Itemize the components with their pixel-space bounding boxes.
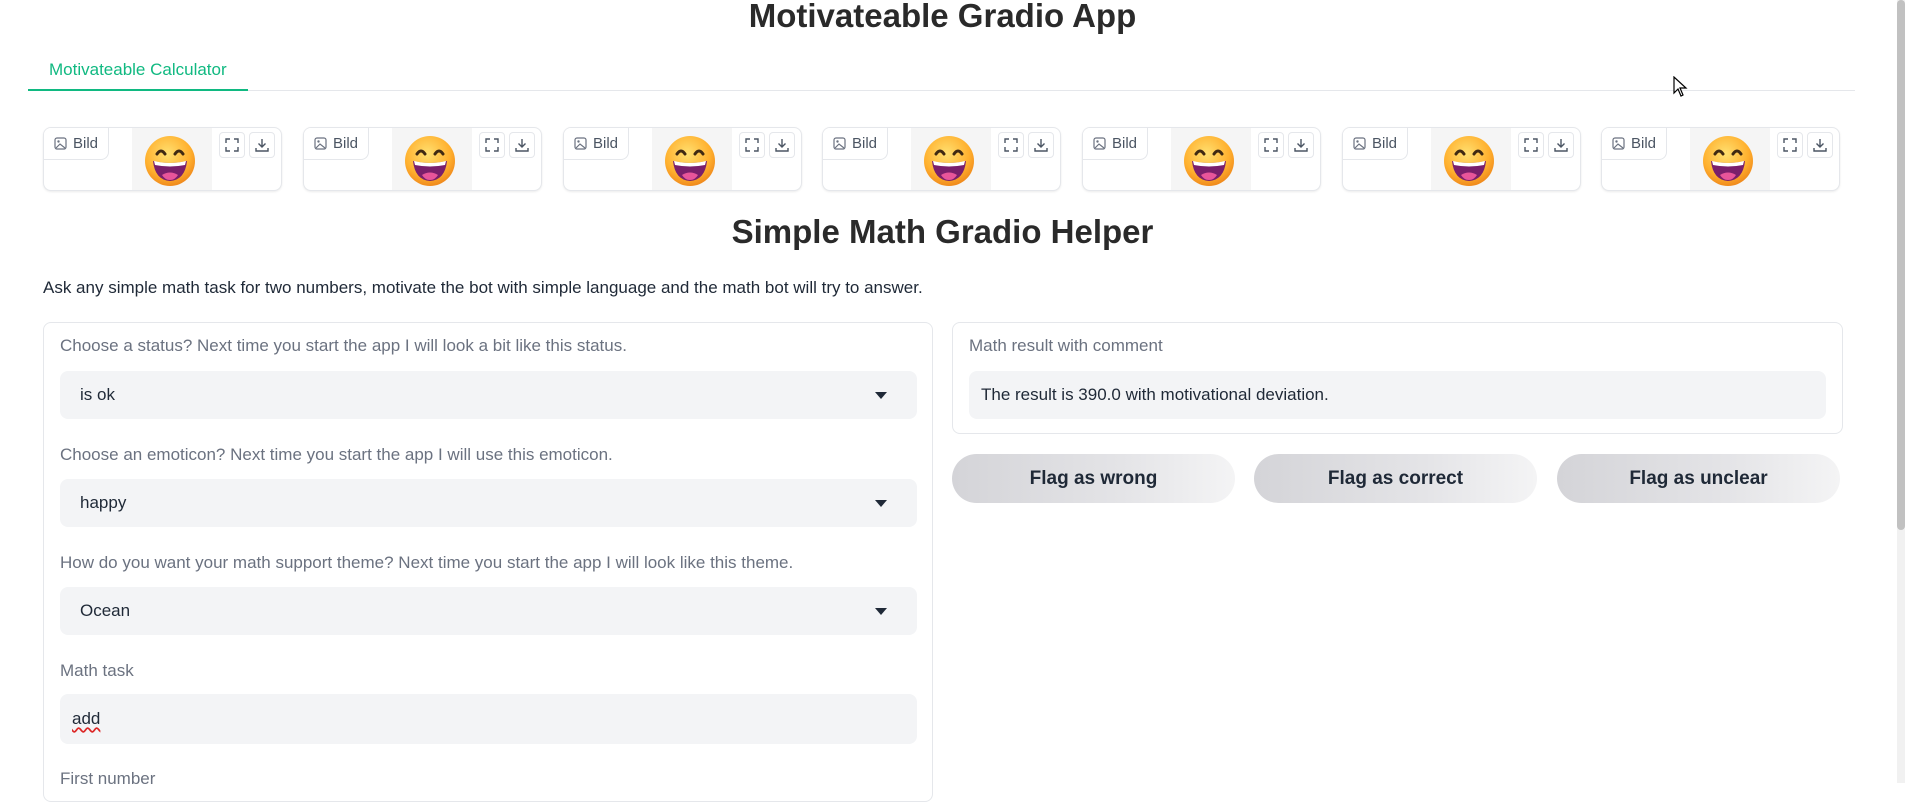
image-card[interactable]: Bild [43,127,282,191]
grinning-face-icon [652,128,732,190]
image-badge: Bild [1083,128,1149,160]
image-badge-label: Bild [1112,135,1138,152]
image-toolbar [1258,132,1314,158]
description-text: Ask any simple math task for two numbers… [43,278,923,297]
emoticon-label: Choose an emoticon? Next time you start … [60,445,613,464]
page-scrollbar[interactable] [1897,0,1905,783]
input-panel: Choose a status? Next time you start the… [43,322,933,802]
grinning-face-icon [392,128,472,190]
image-toolbar [1777,132,1833,158]
image-badge-label: Bild [593,135,619,152]
image-badge-label: Bild [1631,135,1657,152]
grinning-face-icon [1690,128,1770,190]
result-panel: Math result with comment The result is 3… [952,322,1843,434]
image-card[interactable]: Bild [1601,127,1840,191]
image-badge: Bild [44,128,110,160]
emoticon-dropdown[interactable]: happy [60,479,917,527]
image-toolbar [998,132,1054,158]
image-badge: Bild [564,128,630,160]
image-icon [54,137,67,150]
image-card[interactable]: Bild [822,127,1061,191]
image-toolbar [479,132,535,158]
math-task-value: add [72,709,101,728]
tab-bar: Motivateable Calculator [28,54,1855,91]
image-toolbar [219,132,275,158]
image-badge: Bild [304,128,370,160]
download-icon[interactable] [1028,132,1054,158]
image-card[interactable]: Bild [563,127,802,191]
image-badge: Bild [823,128,889,160]
status-label: Choose a status? Next time you start the… [60,336,627,355]
image-badge-label: Bild [73,135,99,152]
chevron-down-icon [875,500,887,507]
math-task-input[interactable]: add [60,694,917,744]
chevron-down-icon [875,608,887,615]
result-label: Math result with comment [969,336,1163,355]
download-icon[interactable] [1548,132,1574,158]
image-card[interactable]: Bild [303,127,542,191]
section-title: Simple Math Gradio Helper [731,213,1154,250]
fullscreen-icon[interactable] [998,132,1024,158]
status-value: is ok [80,385,115,404]
fullscreen-icon[interactable] [1518,132,1544,158]
theme-dropdown[interactable]: Ocean [60,587,917,635]
image-icon [574,137,587,150]
fullscreen-icon[interactable] [739,132,765,158]
image-icon [1093,137,1106,150]
emoticon-value: happy [80,493,127,512]
image-icon [1612,137,1625,150]
download-icon[interactable] [509,132,535,158]
grinning-face-icon [911,128,991,190]
image-badge-label: Bild [852,135,878,152]
fullscreen-icon[interactable] [219,132,245,158]
fullscreen-icon[interactable] [1777,132,1803,158]
download-icon[interactable] [1807,132,1833,158]
flag-unclear-button[interactable]: Flag as unclear [1557,454,1840,503]
download-icon[interactable] [769,132,795,158]
mouse-cursor-icon [1673,75,1689,103]
scrollbar-thumb[interactable] [1897,0,1905,530]
fullscreen-icon[interactable] [1258,132,1284,158]
image-card[interactable]: Bild [1082,127,1321,191]
tab-motivateable-calculator[interactable]: Motivateable Calculator [28,54,248,91]
grinning-face-icon [132,128,212,190]
image-gallery: Bild Bild Bild Bild Bild Bild Bild [43,127,1843,191]
first-number-label: First number [60,769,156,788]
fullscreen-icon[interactable] [479,132,505,158]
theme-label: How do you want your math support theme?… [60,553,794,572]
image-toolbar [1518,132,1574,158]
image-badge-label: Bild [1372,135,1398,152]
image-toolbar [739,132,795,158]
result-output[interactable]: The result is 390.0 with motivational de… [969,371,1826,419]
image-icon [833,137,846,150]
image-badge-label: Bild [333,135,359,152]
flag-wrong-button[interactable]: Flag as wrong [952,454,1235,503]
download-icon[interactable] [249,132,275,158]
image-icon [314,137,327,150]
math-task-label: Math task [60,661,134,680]
image-card[interactable]: Bild [1342,127,1581,191]
chevron-down-icon [875,392,887,399]
grinning-face-icon [1431,128,1511,190]
image-badge: Bild [1343,128,1409,160]
image-badge: Bild [1602,128,1668,160]
grinning-face-icon [1171,128,1251,190]
flag-correct-button[interactable]: Flag as correct [1254,454,1537,503]
app-title: Motivateable Gradio App [748,0,1137,34]
download-icon[interactable] [1288,132,1314,158]
status-dropdown[interactable]: is ok [60,371,917,419]
theme-value: Ocean [80,601,131,620]
image-icon [1353,137,1366,150]
